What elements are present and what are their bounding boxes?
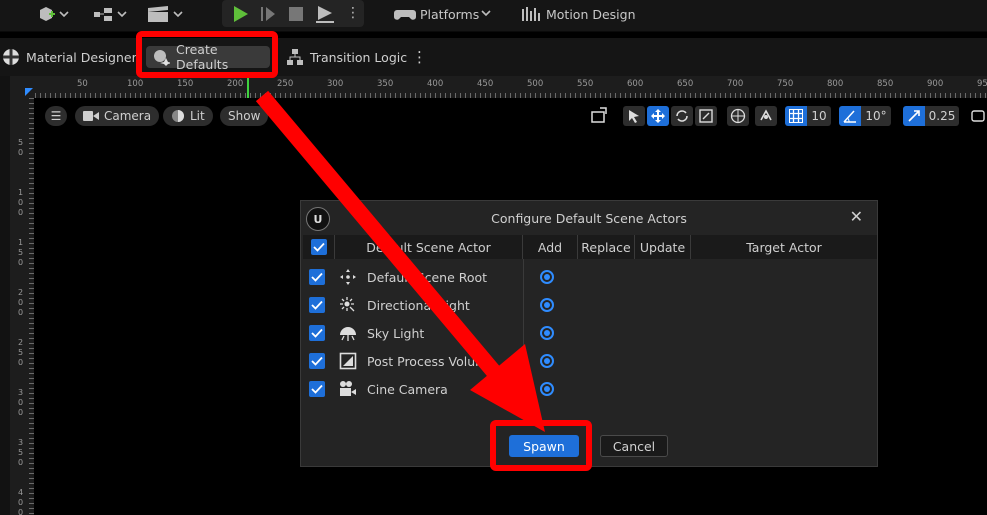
- create-defaults-highlight: [136, 31, 278, 78]
- spawn-highlight: [490, 420, 592, 471]
